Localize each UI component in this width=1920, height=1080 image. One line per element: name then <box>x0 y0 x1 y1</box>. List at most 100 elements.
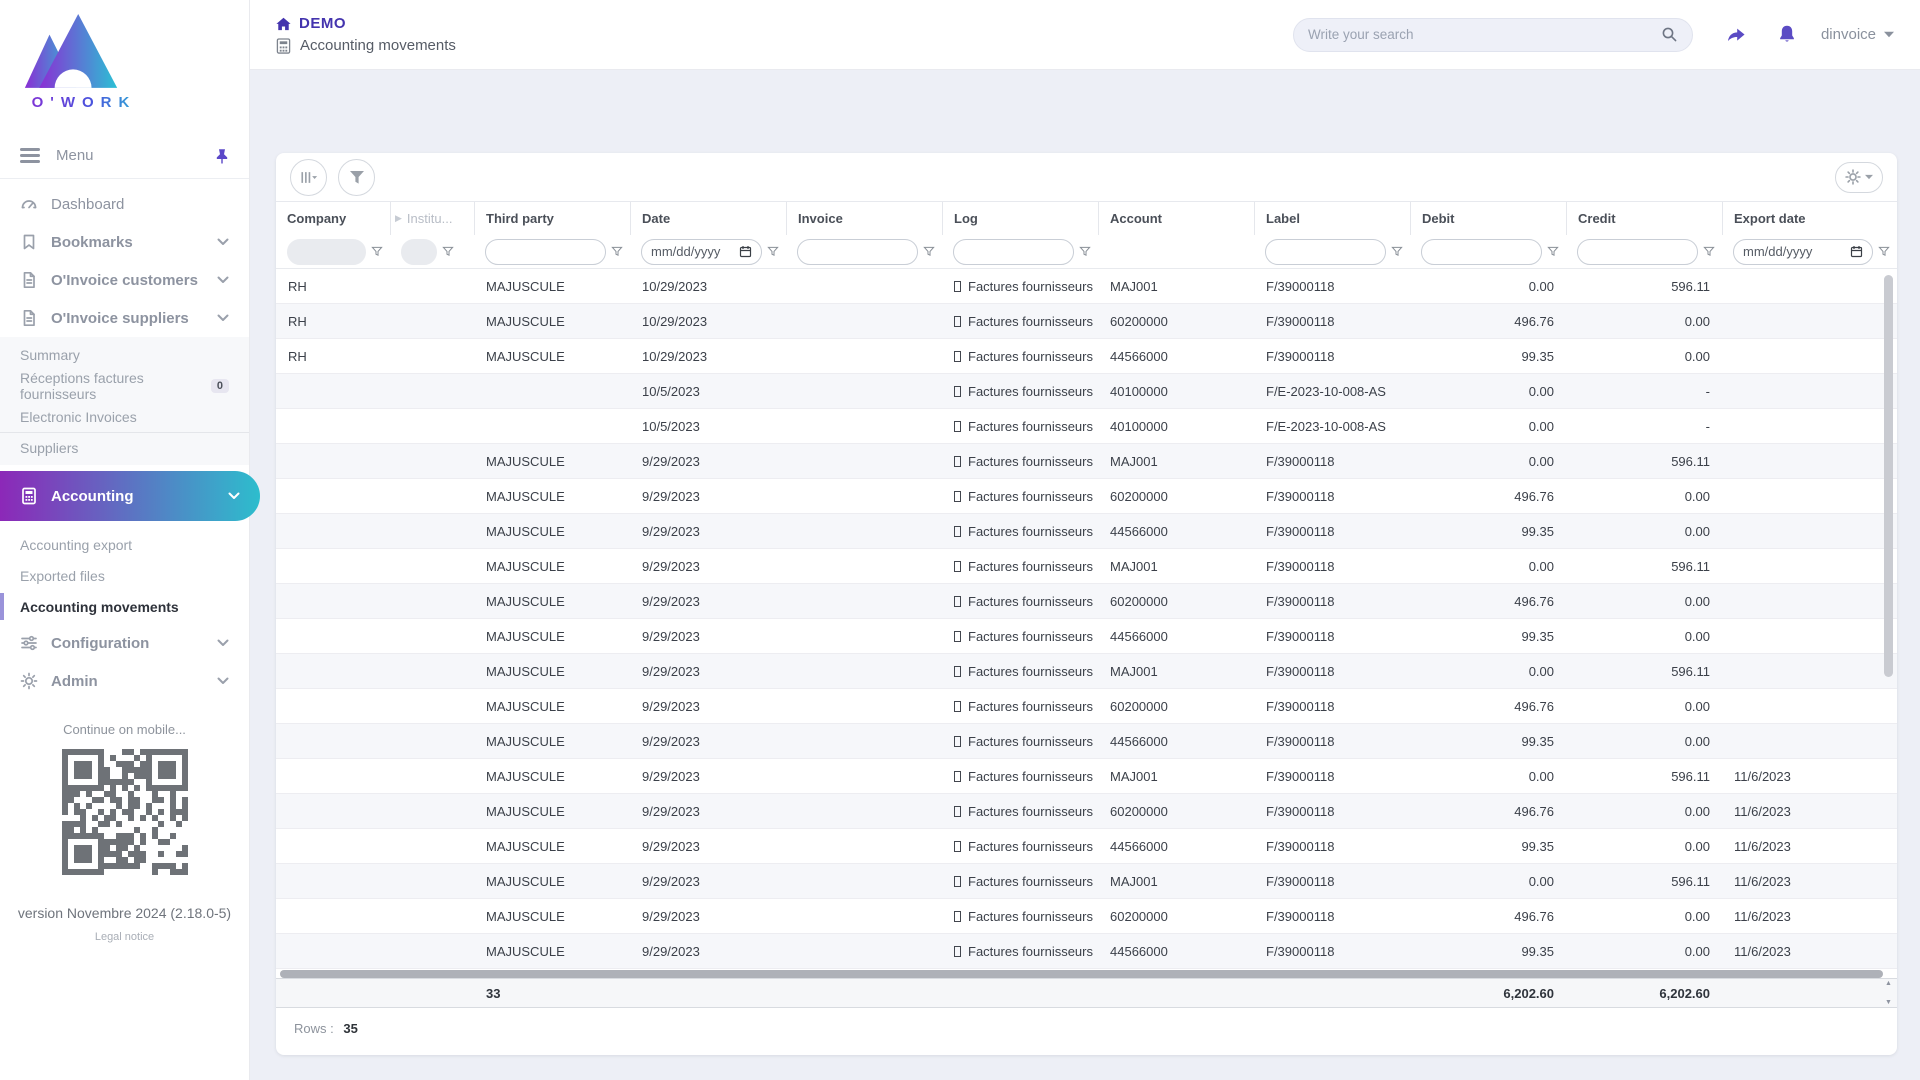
column-header-debit[interactable]: Debit <box>1410 202 1566 235</box>
columns-button[interactable] <box>290 159 327 196</box>
app: O'WORK Menu DashboardBookmarksO'Invoice … <box>0 0 1920 1080</box>
chevron-down-icon <box>217 314 229 322</box>
column-header-log[interactable]: Log <box>942 202 1098 235</box>
funnel-icon[interactable] <box>442 246 454 258</box>
sidebar-item-bookmarks[interactable]: Bookmarks <box>0 223 249 261</box>
column-header-invoice[interactable]: Invoice <box>786 202 942 235</box>
user-menu[interactable]: dinvoice <box>1821 26 1894 43</box>
funnel-icon[interactable] <box>767 246 779 258</box>
sidebar-item-dashboard[interactable]: Dashboard <box>0 185 249 223</box>
column-header-account[interactable]: Account <box>1098 202 1254 235</box>
sidebar-subitem-exported-files[interactable]: Exported files <box>0 560 249 591</box>
sidebar-subitem-electronic-invoices[interactable]: Electronic Invoices <box>0 401 249 432</box>
search-icon[interactable] <box>1661 26 1678 43</box>
column-header-date[interactable]: Date <box>630 202 786 235</box>
sidebar-item-configuration[interactable]: Configuration <box>0 624 249 662</box>
institution-filter-input[interactable] <box>401 239 437 265</box>
company-name[interactable]: DEMO <box>299 15 346 32</box>
vertical-scrollbar-thumb[interactable] <box>1884 275 1893 677</box>
cell-account: 44566000 <box>1098 944 1254 959</box>
calendar-icon[interactable] <box>739 245 752 258</box>
column-header-export-date[interactable]: Export date <box>1722 202 1897 235</box>
funnel-icon[interactable] <box>1878 246 1890 258</box>
cell-label: F/39000118 <box>1254 314 1410 329</box>
search-bar[interactable] <box>1293 18 1693 52</box>
column-header-label[interactable]: Label <box>1254 202 1410 235</box>
table-row[interactable]: 10/5/2023Factures fournisseurs40100000F/… <box>276 374 1897 409</box>
table-row[interactable]: RHMAJUSCULE10/29/2023Factures fournisseu… <box>276 304 1897 339</box>
table-row[interactable]: MAJUSCULE9/29/2023Factures fournisseurs4… <box>276 619 1897 654</box>
export-date-filter-input[interactable]: mm/dd/yyyy <box>1733 239 1873 265</box>
brand-name: O'WORK <box>18 94 150 111</box>
label-filter-input[interactable] <box>1265 239 1386 265</box>
funnel-icon[interactable] <box>923 246 935 258</box>
table-row[interactable]: MAJUSCULE9/29/2023Factures fournisseurs6… <box>276 479 1897 514</box>
sidebar-item-o-invoice-suppliers[interactable]: O'Invoice suppliers <box>0 299 249 337</box>
table-row[interactable]: MAJUSCULE9/29/2023Factures fournisseursM… <box>276 864 1897 899</box>
column-header-institution[interactable]: ▶Institu... <box>390 202 474 235</box>
company-filter-input[interactable] <box>287 239 366 265</box>
pin-icon[interactable] <box>215 148 229 164</box>
table-row[interactable]: MAJUSCULE9/29/2023Factures fournisseursM… <box>276 654 1897 689</box>
column-header-credit[interactable]: Credit <box>1566 202 1722 235</box>
credit-filter-input[interactable] <box>1577 239 1698 265</box>
share-icon[interactable] <box>1725 25 1747 44</box>
table-row[interactable]: MAJUSCULE9/29/2023Factures fournisseurs6… <box>276 794 1897 829</box>
column-header-company[interactable]: Company <box>276 202 390 235</box>
funnel-icon[interactable] <box>371 246 383 258</box>
sidebar-subitem-r-ceptions-factures-fournisseurs[interactable]: Réceptions factures fournisseurs0 <box>0 370 249 401</box>
table-row[interactable]: MAJUSCULE9/29/2023Factures fournisseurs4… <box>276 724 1897 759</box>
sidebar-subitem-summary[interactable]: Summary <box>0 339 249 370</box>
legal-notice-link[interactable]: Legal notice <box>0 931 249 943</box>
debit-filter-input[interactable] <box>1421 239 1542 265</box>
funnel-icon[interactable] <box>1703 246 1715 258</box>
sidebar-subitem-suppliers[interactable]: Suppliers <box>0 432 249 463</box>
table-row[interactable]: MAJUSCULE9/29/2023Factures fournisseursM… <box>276 759 1897 794</box>
horizontal-scrollbar[interactable] <box>276 969 1897 978</box>
missing-glyph-icon <box>954 736 961 747</box>
vertical-scrollbar[interactable] <box>1883 269 1894 969</box>
table-row[interactable]: RHMAJUSCULE10/29/2023Factures fournisseu… <box>276 339 1897 374</box>
hamburger-icon[interactable] <box>20 145 40 167</box>
table-row[interactable]: MAJUSCULE9/29/2023Factures fournisseurs6… <box>276 584 1897 619</box>
funnel-icon[interactable] <box>1079 246 1091 258</box>
scroll-up-icon[interactable]: ▲ <box>1885 980 1892 987</box>
third-party-filter-input[interactable] <box>485 239 606 265</box>
cell-date: 10/5/2023 <box>630 384 786 399</box>
invoice-filter-input[interactable] <box>797 239 918 265</box>
table-row[interactable]: MAJUSCULE9/29/2023Factures fournisseurs4… <box>276 829 1897 864</box>
notifications-bell-icon[interactable] <box>1777 24 1797 45</box>
funnel-icon[interactable] <box>1391 246 1403 258</box>
date-filter-input[interactable]: mm/dd/yyyy <box>641 239 762 265</box>
cell-label: F/39000118 <box>1254 664 1410 679</box>
table-row[interactable]: MAJUSCULE9/29/2023Factures fournisseurs4… <box>276 514 1897 549</box>
table-row[interactable]: MAJUSCULE9/29/2023Factures fournisseurs6… <box>276 689 1897 724</box>
sidebar-item-admin[interactable]: Admin <box>0 662 249 700</box>
sidebar-item-accounting[interactable]: Accounting <box>0 471 260 521</box>
log-filter-input[interactable] <box>953 239 1074 265</box>
table-settings-button[interactable] <box>1835 162 1883 193</box>
table-row[interactable]: MAJUSCULE9/29/2023Factures fournisseurs6… <box>276 899 1897 934</box>
table-row[interactable]: MAJUSCULE9/29/2023Factures fournisseursM… <box>276 549 1897 584</box>
table-row[interactable]: MAJUSCULE9/29/2023Factures fournisseursM… <box>276 444 1897 479</box>
cell-credit: 0.00 <box>1566 734 1722 749</box>
count-badge: 0 <box>211 379 229 393</box>
funnel-icon[interactable] <box>1547 246 1559 258</box>
table-row[interactable]: 10/5/2023Factures fournisseurs40100000F/… <box>276 409 1897 444</box>
missing-glyph-icon <box>954 701 961 712</box>
cell-date: 9/29/2023 <box>630 699 786 714</box>
sidebar-subitem-accounting-export[interactable]: Accounting export <box>0 529 249 560</box>
funnel-icon[interactable] <box>611 246 623 258</box>
sidebar-item-o-invoice-customers[interactable]: O'Invoice customers <box>0 261 249 299</box>
table-row[interactable]: MAJUSCULE9/29/2023Factures fournisseurs4… <box>276 934 1897 969</box>
scroll-down-icon[interactable]: ▼ <box>1885 999 1892 1006</box>
search-input[interactable] <box>1308 27 1661 42</box>
horizontal-scrollbar-thumb[interactable] <box>280 970 1883 978</box>
table-row[interactable]: RHMAJUSCULE10/29/2023Factures fournisseu… <box>276 269 1897 304</box>
sidebar-subitem-accounting-movements[interactable]: Accounting movements <box>0 591 249 622</box>
cell-credit: 596.11 <box>1566 454 1722 469</box>
expand-triangle-icon[interactable]: ▶ <box>395 213 402 224</box>
column-header-third-party[interactable]: Third party <box>474 202 630 235</box>
calendar-icon[interactable] <box>1850 245 1863 258</box>
filter-button[interactable] <box>338 159 375 196</box>
